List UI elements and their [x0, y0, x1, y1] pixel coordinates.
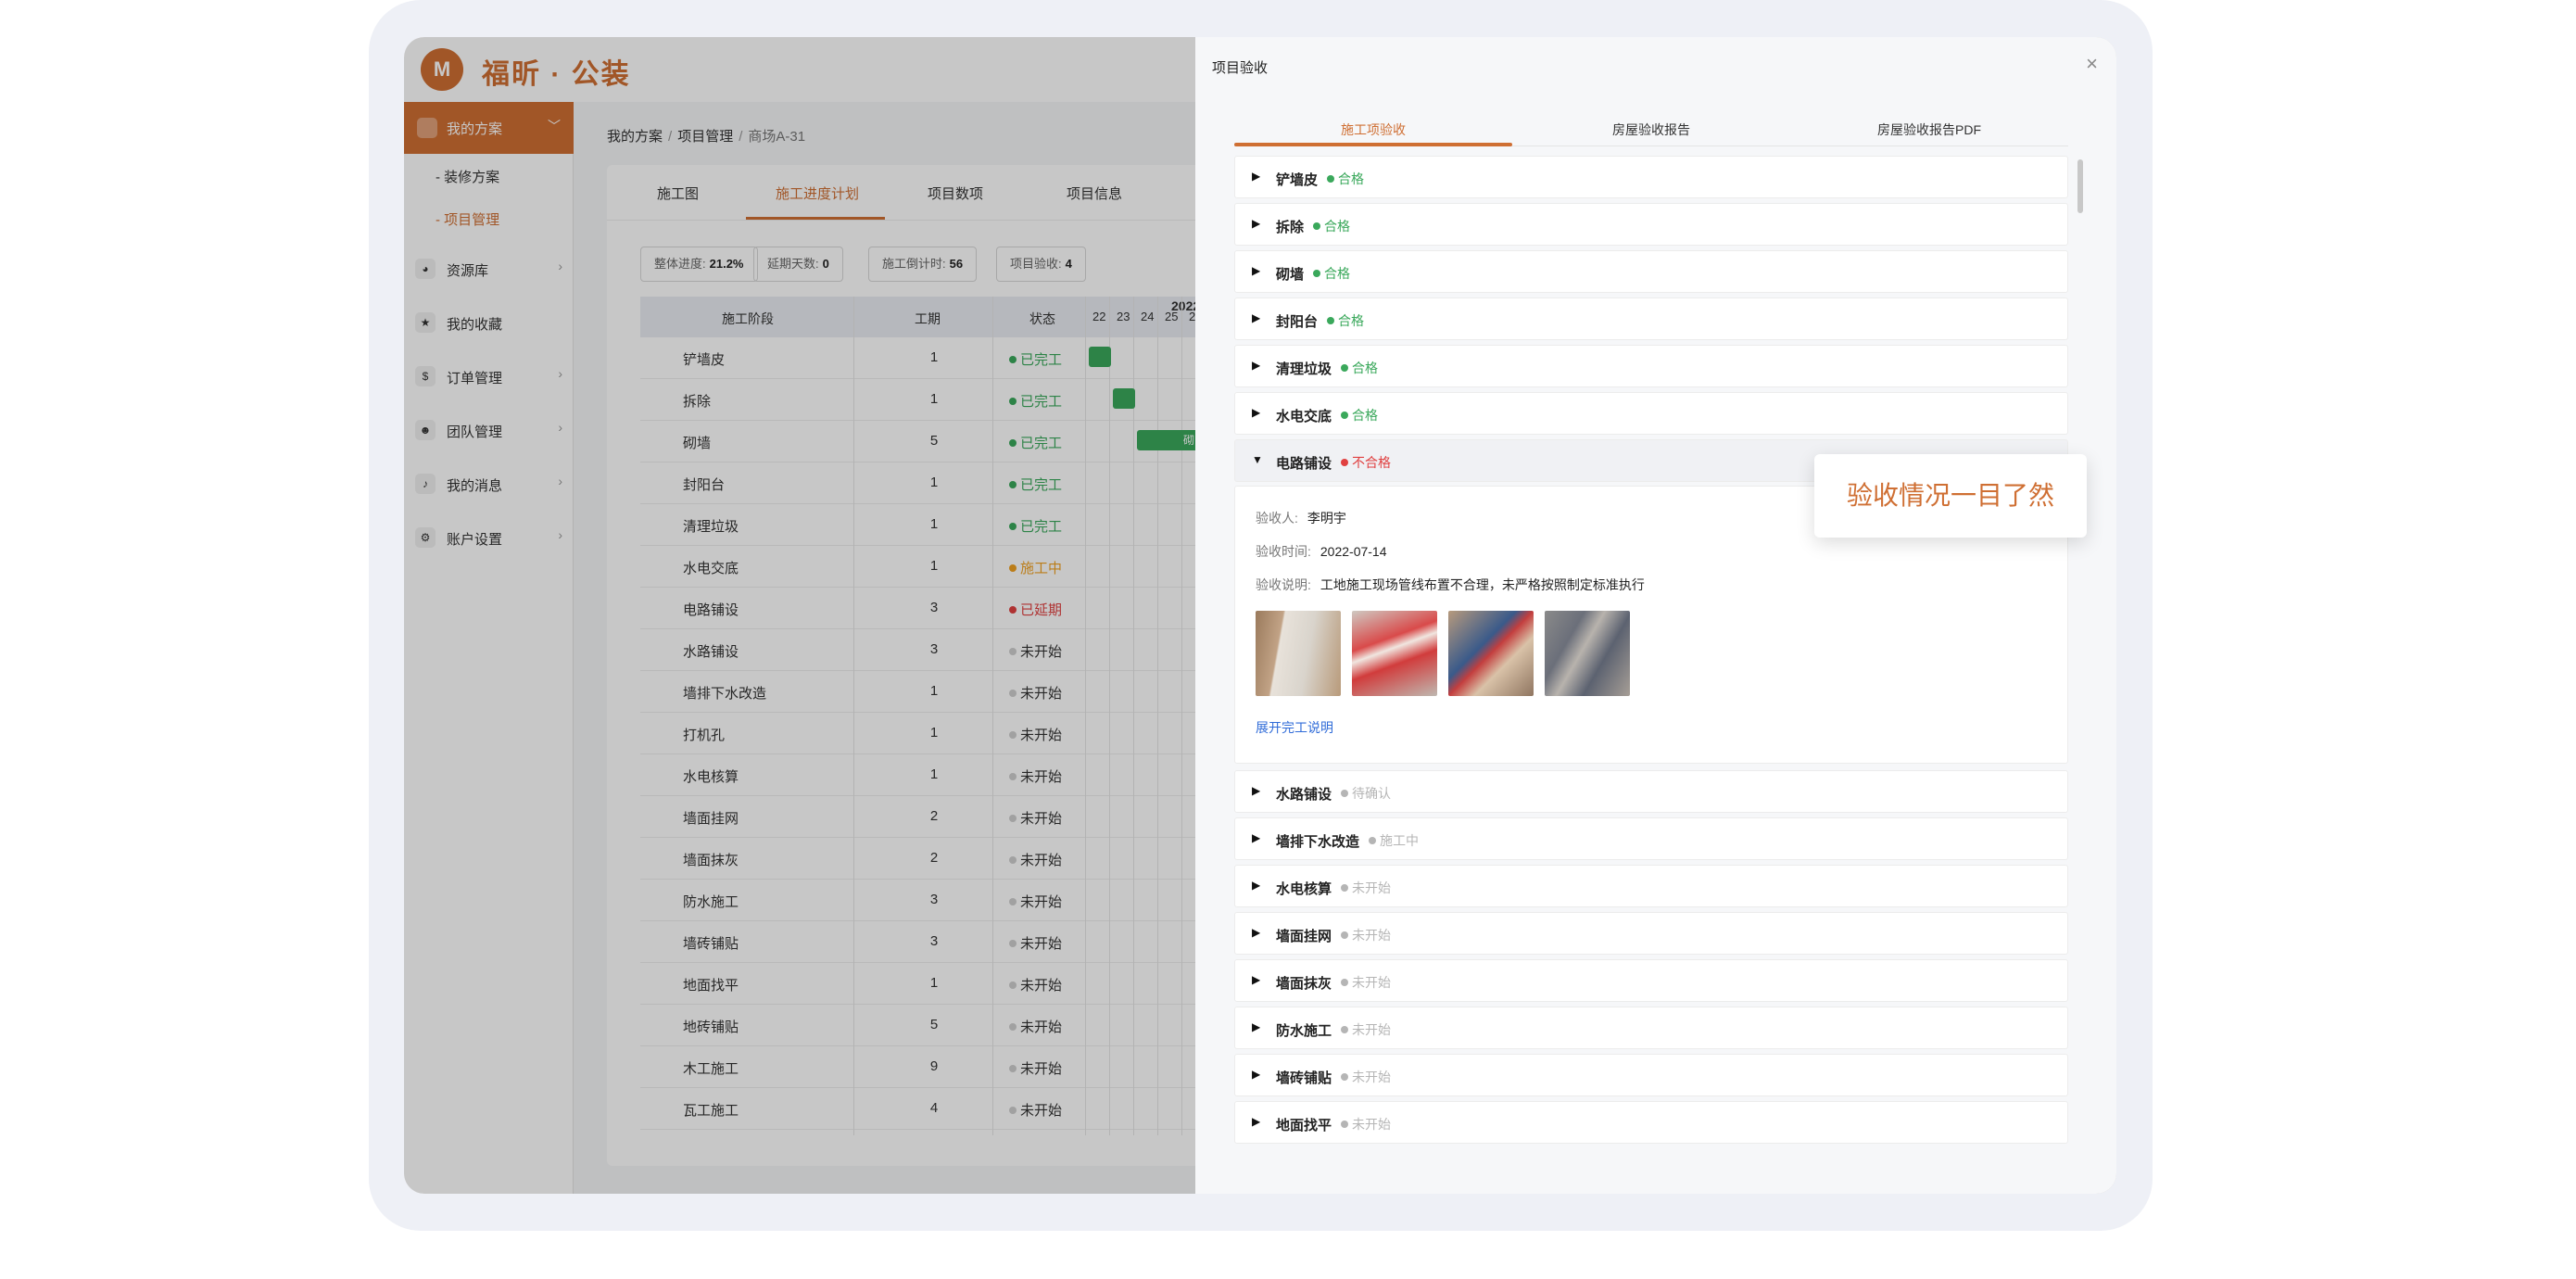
caret-right-icon[interactable]: ▶: [1252, 1020, 1260, 1033]
acceptance-status: 未开始: [1341, 879, 1391, 897]
acceptance-item-name: 地面找平: [1276, 1118, 1332, 1133]
caret-right-icon[interactable]: ▶: [1252, 1115, 1260, 1128]
acceptance-item-name: 防水施工: [1276, 1023, 1332, 1039]
acceptance-item-name: 砌墙: [1276, 267, 1305, 283]
acceptance-item[interactable]: ▶ 封阳台 合格: [1234, 298, 2068, 340]
acceptance-status: 未开始: [1341, 926, 1391, 944]
caret-right-icon[interactable]: ▶: [1252, 170, 1260, 183]
site-photo[interactable]: [1448, 611, 1534, 696]
caret-right-icon[interactable]: ▶: [1252, 311, 1260, 324]
acceptance-item[interactable]: ▶ 砌墙 合格: [1234, 250, 2068, 293]
acceptance-time: 2022-07-14: [1320, 544, 1387, 559]
tab-construction-acceptance[interactable]: 施工项验收: [1234, 120, 1512, 139]
caret-right-icon[interactable]: ▶: [1252, 406, 1260, 419]
acceptance-item[interactable]: ▶ 墙面挂网 未开始: [1234, 912, 2068, 955]
acceptance-item-name: 墙排下水改造: [1276, 834, 1360, 850]
close-icon[interactable]: ×: [2086, 52, 2098, 76]
acceptance-item-name: 水路铺设: [1276, 787, 1332, 803]
note-row: 验收说明: 工地施工现场管线布置不合理，未严格按照制定标准执行: [1256, 577, 1645, 592]
caret-right-icon[interactable]: ▶: [1252, 217, 1260, 230]
acceptance-item-name: 铲墙皮: [1276, 172, 1319, 188]
screen: M 福昕 · 公装 我的方案 ﹀ - 装修方案 - 项目管理 ◕ 资源库 › ★…: [404, 37, 2116, 1194]
acceptance-item-name: 水电核算: [1276, 881, 1332, 897]
inspector-name: 李明宇: [1307, 511, 1346, 526]
caret-right-icon[interactable]: ▶: [1252, 784, 1260, 797]
acceptance-drawer: 项目验收 × 施工项验收 房屋验收报告 房屋验收报告PDF ▶ 铲墙皮 合格 ▶ 拆除合…: [1195, 37, 2116, 1194]
acceptance-item-name: 墙面抹灰: [1276, 976, 1332, 992]
caret-right-icon[interactable]: ▶: [1252, 973, 1260, 986]
acceptance-item-name: 封阳台: [1276, 314, 1319, 330]
acceptance-status: 合格: [1313, 217, 1350, 235]
acceptance-status: 合格: [1313, 264, 1350, 283]
acceptance-status: 施工中: [1369, 831, 1419, 850]
acceptance-note: 工地施工现场管线布置不合理，未严格按照制定标准执行: [1320, 577, 1645, 592]
acceptance-item-name: 拆除: [1276, 220, 1305, 235]
acceptance-item[interactable]: ▶ 墙砖铺贴 未开始: [1234, 1054, 2068, 1096]
acceptance-item[interactable]: ▶ 水电核算 未开始: [1234, 865, 2068, 907]
caret-right-icon[interactable]: ▶: [1252, 879, 1260, 892]
tab-house-report-pdf[interactable]: 房屋验收报告PDF: [1790, 120, 2068, 139]
scrollbar[interactable]: [2077, 159, 2083, 213]
drawer-tabs: 施工项验收 房屋验收报告 房屋验收报告PDF: [1234, 108, 2068, 146]
inspector-row: 验收人: 李明宇: [1256, 511, 1346, 526]
acceptance-item[interactable]: ▶ 防水施工 未开始: [1234, 1007, 2068, 1049]
site-photo[interactable]: [1256, 611, 1341, 696]
acceptance-item-name: 水电交底: [1276, 409, 1332, 424]
acceptance-item[interactable]: ▶ 水电交底 合格: [1234, 392, 2068, 435]
acceptance-status: 合格: [1327, 170, 1364, 188]
site-photo[interactable]: [1545, 611, 1630, 696]
acceptance-item[interactable]: ▶ 清理垃圾 合格: [1234, 345, 2068, 387]
acceptance-status: 不合格: [1341, 453, 1391, 472]
acceptance-status: 未开始: [1341, 973, 1391, 992]
feature-callout: 验收情况一目了然: [1814, 454, 2087, 538]
acceptance-item[interactable]: ▶ 墙面抹灰 未开始: [1234, 959, 2068, 1002]
acceptance-status: 未开始: [1341, 1020, 1391, 1039]
acceptance-status: 未开始: [1341, 1068, 1391, 1086]
acceptance-item-name: 墙面挂网: [1276, 929, 1332, 944]
expand-completion-link[interactable]: 展开完工说明: [1256, 718, 1333, 737]
acceptance-status: 合格: [1327, 311, 1364, 330]
drawer-tab-underline: [1234, 143, 1512, 146]
caret-right-icon[interactable]: ▶: [1252, 1068, 1260, 1081]
time-row: 验收时间: 2022-07-14: [1256, 544, 1387, 559]
caret-down-icon[interactable]: ▼: [1252, 453, 1263, 466]
acceptance-item[interactable]: ▶ 地面找平 未开始: [1234, 1101, 2068, 1144]
caret-right-icon[interactable]: ▶: [1252, 264, 1260, 277]
tab-house-report[interactable]: 房屋验收报告: [1512, 120, 1790, 139]
acceptance-item-name: 墙砖铺贴: [1276, 1070, 1332, 1086]
acceptance-item[interactable]: ▶ 墙排下水改造 施工中: [1234, 817, 2068, 860]
site-photo[interactable]: [1352, 611, 1437, 696]
acceptance-status: 合格: [1341, 406, 1378, 424]
caret-right-icon[interactable]: ▶: [1252, 359, 1260, 372]
acceptance-item[interactable]: ▶ 水路铺设 待确认: [1234, 770, 2068, 813]
caret-right-icon[interactable]: ▶: [1252, 831, 1260, 844]
acceptance-item[interactable]: ▶ 铲墙皮 合格: [1234, 156, 2068, 198]
acceptance-status: 合格: [1341, 359, 1378, 377]
caret-right-icon[interactable]: ▶: [1252, 926, 1260, 939]
acceptance-status: 未开始: [1341, 1115, 1391, 1133]
drawer-title: 项目验收: [1212, 60, 1269, 76]
acceptance-item-name: 清理垃圾: [1276, 361, 1332, 377]
acceptance-status: 待确认: [1341, 784, 1391, 803]
acceptance-item[interactable]: ▶ 拆除 合格: [1234, 203, 2068, 246]
acceptance-item-name: 电路铺设: [1276, 456, 1332, 472]
